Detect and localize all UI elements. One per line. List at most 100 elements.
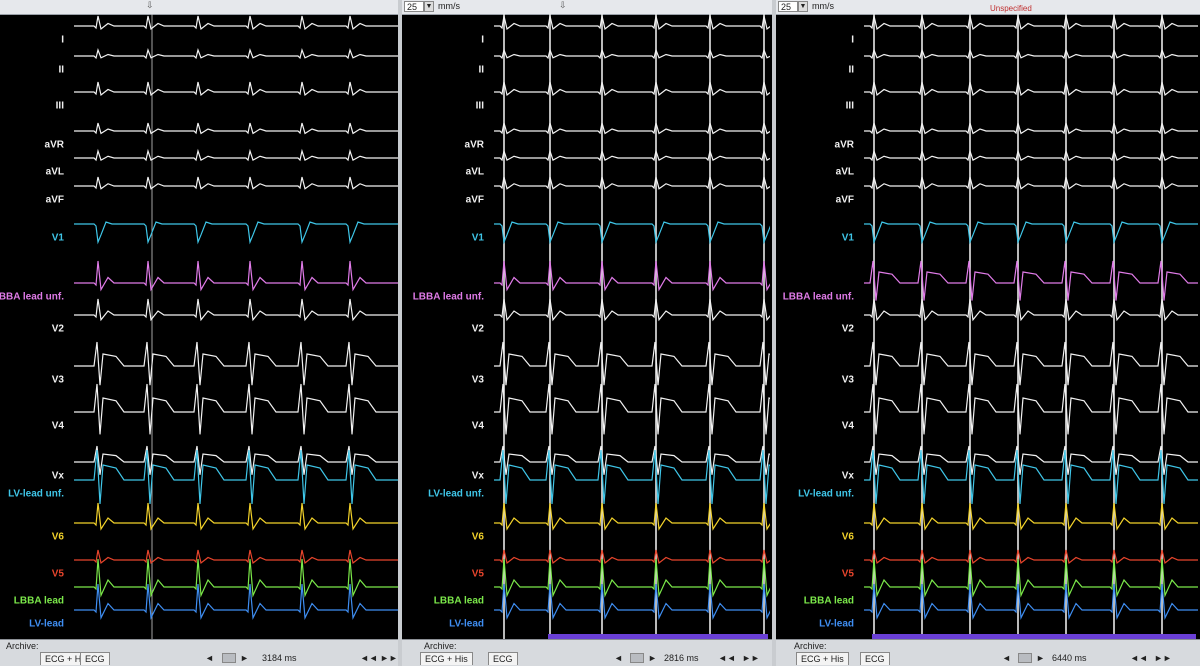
ecg-trace (74, 15, 398, 31)
speed-input[interactable]: 25 (778, 1, 798, 12)
ecg-trace (864, 341, 1198, 386)
lead-label: aVF (835, 194, 854, 206)
chevron-down-icon[interactable]: ▼ (424, 1, 434, 12)
panel-3-toolbar: 25 ▼ mm/s Unspecified (776, 0, 1200, 15)
lead-label: V6 (51, 531, 64, 543)
lead-label: V2 (51, 323, 64, 335)
ecg-trace (864, 549, 1198, 565)
skip-forward-icon[interactable]: ►► (1154, 653, 1172, 663)
ecg-trace (864, 383, 1198, 435)
lead-label: V5 (471, 568, 484, 580)
ecg-trace (494, 549, 770, 565)
lead-label: V3 (841, 374, 854, 386)
lead-label: aVR (834, 139, 854, 151)
lead-label: I (481, 34, 484, 46)
lead-label: III (55, 100, 64, 112)
lead-label: LBBA lead unf. (412, 291, 484, 303)
lead-label: V3 (51, 374, 64, 386)
skip-forward-icon[interactable]: ►► (742, 653, 760, 663)
lead-label: LV-lead (819, 618, 854, 630)
ecg-trace (864, 148, 1198, 162)
ecg-trace (864, 48, 1198, 60)
duration-readout: 3184 ms (262, 653, 297, 663)
lead-label: V4 (51, 420, 64, 432)
ecg-trace (494, 383, 770, 435)
ecg-trace (74, 122, 398, 135)
lead-label: LV-lead (449, 618, 484, 630)
lead-label: II (478, 64, 484, 76)
panel-1-lead-labels: I II III aVR aVL aVF V1 BBA lead unf. V2 V3 V4 Vx LV… (0, 14, 72, 640)
lead-label: LV-lead (29, 618, 64, 630)
ecg-trace (864, 445, 1198, 475)
scroll-thumb[interactable] (1018, 653, 1032, 663)
scroll-left-icon[interactable]: ◄ (614, 653, 623, 663)
archive-label: Archive: (6, 641, 39, 651)
lead-label: II (848, 64, 854, 76)
skip-back-icon[interactable]: ◄◄ (360, 653, 378, 663)
lead-label: III (475, 100, 484, 112)
lead-label: LBBA lead (803, 595, 854, 607)
skip-back-icon[interactable]: ◄◄ (718, 653, 736, 663)
ecg-trace (864, 502, 1198, 531)
ecg-trace (494, 176, 770, 190)
skip-back-icon[interactable]: ◄◄ (1130, 653, 1148, 663)
lead-label: aVF (45, 194, 64, 206)
tab-ecg[interactable]: ECG (488, 652, 518, 665)
ecg-trace (74, 583, 398, 620)
ecg-trace (864, 81, 1198, 97)
scroll-right-icon[interactable]: ► (240, 653, 249, 663)
lead-label: aVR (464, 139, 484, 151)
lead-label: Vx (471, 470, 484, 482)
panel-2-traces (494, 14, 770, 640)
scroll-right-icon[interactable]: ► (648, 653, 657, 663)
time-marker-icon[interactable]: ⇩ (559, 0, 567, 11)
lead-label: aVR (44, 139, 64, 151)
lead-label: V6 (841, 531, 854, 543)
ecg-trace (74, 48, 398, 60)
ecg-trace (74, 298, 398, 322)
ecg-trace (74, 176, 398, 190)
speed-unit: mm/s (812, 1, 834, 11)
lead-label: V6 (471, 531, 484, 543)
lead-label: BBA lead unf. (0, 291, 64, 303)
scroll-left-icon[interactable]: ◄ (205, 653, 214, 663)
ecg-trace (74, 502, 398, 531)
ecg-trace (74, 449, 398, 505)
tab-ecg-his[interactable]: ECG + His (796, 652, 849, 665)
lead-label: LBBA lead unf. (782, 291, 854, 303)
lead-label: LV-lead unf. (428, 488, 484, 500)
scroll-left-icon[interactable]: ◄ (1002, 653, 1011, 663)
lead-label: Vx (841, 470, 854, 482)
tab-ecg[interactable]: ECG (860, 652, 890, 665)
ecg-trace (494, 449, 770, 505)
scroll-thumb[interactable] (222, 653, 236, 663)
panel-3-footer: Archive: ECG + His ECG ◄ ► 6440 ms ◄◄ ►► (776, 639, 1200, 666)
ecg-trace (494, 558, 770, 598)
ecg-trace (494, 122, 770, 135)
panel-2-toolbar: 25 ▼ mm/s ⇩ (402, 0, 772, 15)
archive-label: Archive: (424, 641, 457, 651)
chevron-down-icon[interactable]: ▼ (798, 1, 808, 12)
ecg-panel-2: 25 ▼ mm/s ⇩ I II III aVR aVL aVF V1 LBBA lead u… (402, 0, 772, 666)
ecg-trace (864, 558, 1198, 598)
ecg-trace (494, 260, 770, 292)
scroll-thumb[interactable] (630, 653, 644, 663)
skip-forward-icon[interactable]: ►► (380, 653, 398, 663)
lead-label: LBBA lead (13, 595, 64, 607)
lead-label: LV-lead unf. (798, 488, 854, 500)
duration-readout: 2816 ms (664, 653, 699, 663)
ecg-trace (864, 122, 1198, 135)
lead-label: I (851, 34, 854, 46)
ecg-trace (864, 176, 1198, 190)
tab-ecg[interactable]: ECG (80, 652, 110, 665)
lead-label: V1 (471, 232, 484, 244)
scroll-right-icon[interactable]: ► (1036, 653, 1045, 663)
tab-ecg-his[interactable]: ECG + His (420, 652, 473, 665)
ecg-trace (494, 583, 770, 620)
time-marker-icon[interactable]: ⇩ (146, 0, 154, 11)
speed-input[interactable]: 25 (404, 1, 424, 12)
ecg-trace (494, 502, 770, 531)
lead-label: V4 (841, 420, 854, 432)
panel-3-lead-labels: I II III aVR aVL aVF V1 LBBA lead unf. V2 V3 V4 Vx L… (776, 14, 862, 640)
ecg-trace (74, 221, 398, 245)
